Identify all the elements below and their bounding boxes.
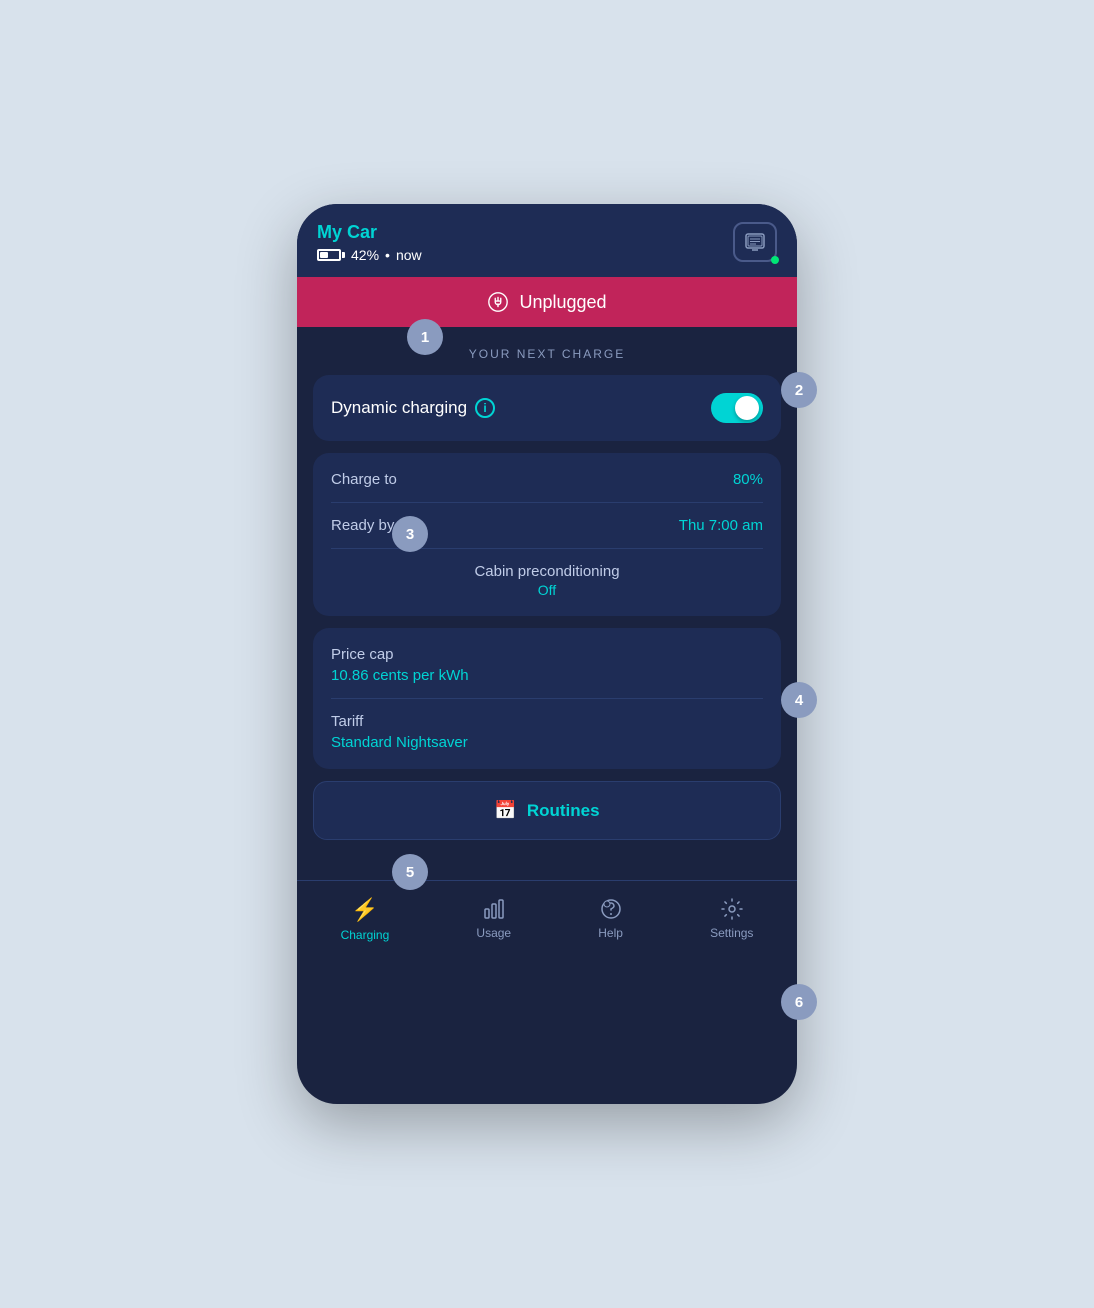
ready-by-label: Ready by xyxy=(331,517,394,534)
dynamic-charging-label: Dynamic charging i xyxy=(331,398,495,418)
battery-icon xyxy=(317,249,345,261)
cabin-preconditioning-row[interactable]: Cabin preconditioning Off xyxy=(331,563,763,598)
charge-settings-card: Charge to 80% Ready by Thu 7:00 am Cabin… xyxy=(313,453,781,616)
car-name: My Car xyxy=(317,222,422,243)
bottom-nav: ⚡ Charging Usage Help xyxy=(297,880,797,962)
annotation-6: 6 xyxy=(781,984,817,1020)
connection-status-dot xyxy=(771,256,779,264)
help-label: Help xyxy=(598,926,623,940)
battery-body xyxy=(317,249,341,261)
divider-1 xyxy=(331,502,763,503)
help-icon xyxy=(599,897,623,921)
annotation-5: 5 xyxy=(392,854,428,890)
dynamic-charging-card: Dynamic charging i xyxy=(313,375,781,441)
battery-percent: 42% xyxy=(351,247,379,263)
charge-to-row[interactable]: Charge to 80% xyxy=(331,471,763,488)
main-content: YOUR NEXT CHARGE Dynamic charging i xyxy=(297,327,797,872)
divider-2 xyxy=(331,548,763,549)
charge-to-label: Charge to xyxy=(331,471,397,488)
tariff-label: Tariff xyxy=(331,713,763,730)
tariff-value: Standard Nightsaver xyxy=(331,734,763,751)
settings-icon xyxy=(720,897,744,921)
phone-container: My Car 42% • now xyxy=(297,204,797,1104)
dynamic-charging-toggle[interactable] xyxy=(711,393,763,423)
section-title: YOUR NEXT CHARGE xyxy=(313,347,781,361)
header-left: My Car 42% • now xyxy=(317,222,422,263)
nav-item-help[interactable]: Help xyxy=(598,897,623,942)
device-icon-container[interactable] xyxy=(733,222,777,262)
device-icon xyxy=(743,230,767,254)
status-label: Unplugged xyxy=(519,292,606,313)
usage-icon xyxy=(482,897,506,921)
usage-label: Usage xyxy=(476,926,511,940)
charging-label: Charging xyxy=(341,928,390,942)
battery-tip xyxy=(342,252,345,258)
annotation-2: 2 xyxy=(781,372,817,408)
header: My Car 42% • now xyxy=(297,204,797,277)
annotation-4: 4 xyxy=(781,682,817,718)
nav-item-settings[interactable]: Settings xyxy=(710,897,753,942)
divider-3 xyxy=(331,698,763,699)
plug-icon xyxy=(487,291,509,313)
price-cap-value: 10.86 cents per kWh xyxy=(331,667,763,684)
battery-fill xyxy=(320,252,328,258)
battery-time: now xyxy=(396,247,422,263)
charging-icon: ⚡ xyxy=(351,897,378,923)
annotation-1: 1 xyxy=(407,319,443,355)
ready-by-value: Thu 7:00 am xyxy=(679,517,763,534)
calendar-icon: 📅 xyxy=(494,800,516,821)
price-cap-section[interactable]: Price cap 10.86 cents per kWh xyxy=(331,646,763,684)
settings-label: Settings xyxy=(710,926,753,940)
toggle-thumb xyxy=(735,396,759,420)
cabin-value: Off xyxy=(331,582,763,598)
dynamic-charging-row: Dynamic charging i xyxy=(331,393,763,423)
charge-to-value: 80% xyxy=(733,471,763,488)
routines-label: Routines xyxy=(527,801,600,821)
info-icon[interactable]: i xyxy=(475,398,495,418)
tariff-section[interactable]: Tariff Standard Nightsaver xyxy=(331,713,763,751)
routines-button[interactable]: 📅 Routines xyxy=(313,781,781,840)
nav-item-charging[interactable]: ⚡ Charging xyxy=(341,897,390,942)
status-bar: Unplugged xyxy=(297,277,797,327)
annotation-3: 3 xyxy=(392,516,428,552)
price-card: Price cap 10.86 cents per kWh Tariff Sta… xyxy=(313,628,781,769)
battery-row: 42% • now xyxy=(317,247,422,263)
battery-dot: • xyxy=(385,247,390,263)
nav-item-usage[interactable]: Usage xyxy=(476,897,511,942)
cabin-label: Cabin preconditioning xyxy=(331,563,763,580)
price-cap-label: Price cap xyxy=(331,646,763,663)
